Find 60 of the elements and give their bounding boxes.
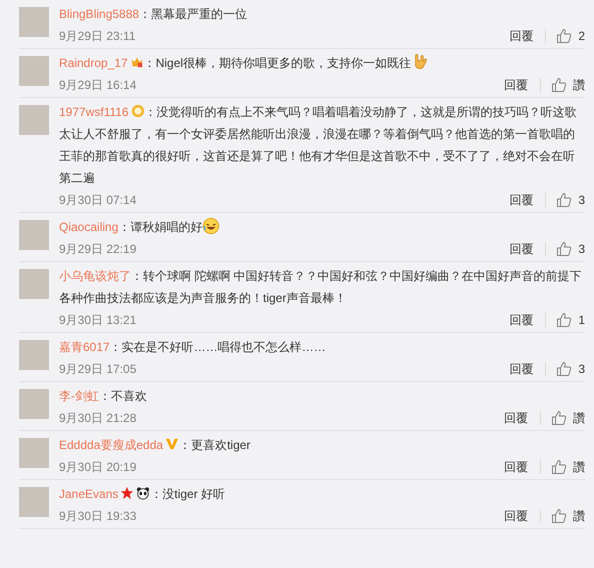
like-button[interactable]: 2 <box>556 28 585 44</box>
laughing-emoji-icon <box>202 217 220 235</box>
like-button[interactable]: 讚 <box>551 76 585 94</box>
like-button[interactable]: 3 <box>556 361 585 377</box>
like-button[interactable]: 讚 <box>551 508 585 524</box>
avatar-photo-placeholder[interactable] <box>19 389 49 419</box>
comment-text: 1977wsf1116 ：没觉得听的有点上不来气吗？唱着唱着没动静了，这就是所谓的技巧吗？听这歌太让人不舒服了，有一个女评委居然能听出浪漫，浪漫在哪？等着倒气吗？他首选的第一首歌唱的王菲的那首歌真的很好听，这首还是算了吧！他有才华但是这首歌不中，受不了了，绝对不会在听第二遍 <box>59 103 578 187</box>
thumbs-up-icon <box>556 192 572 208</box>
reply-button[interactable]: 回覆 <box>509 312 534 328</box>
reply-button[interactable]: 回覆 <box>504 76 528 94</box>
avatar-photo-placeholder[interactable] <box>19 487 49 517</box>
panda-icon <box>136 486 150 500</box>
comment-text: Raindrop_17 ：Nigel很棒，期待你唱更多的歌，支持你一如既往 <box>59 52 585 74</box>
avatar-photo-placeholder[interactable] <box>19 269 49 299</box>
avatar-photo-placeholder[interactable] <box>19 438 49 468</box>
comment-text: 小乌龟该炖了：转个球啊 陀螺啊 中国好转音？？中国好和弦？中国好编曲？在中国好声音的前提下各种作曲技法都应该是为声音服务的！tiger声音最棒！ <box>59 268 583 307</box>
comment-text: JaneEvans ：没tiger 好听 <box>59 485 226 503</box>
reply-button[interactable]: 回覆 <box>509 360 534 378</box>
reply-button[interactable]: 回覆 <box>504 508 528 524</box>
comment-time: 9月30日 13:21 <box>59 312 138 328</box>
comment-time: 9月30日 19:33 <box>59 508 138 524</box>
reply-button[interactable]: 回覆 <box>509 28 534 44</box>
thumbs-up-icon <box>551 410 567 426</box>
avatar-photo-placeholder[interactable] <box>19 7 49 37</box>
comment-time: 9月29日 16:14 <box>59 76 138 94</box>
like-button[interactable]: 3 <box>556 192 585 208</box>
comment-time: 9月29日 22:19 <box>59 240 138 258</box>
avatar-photo-placeholder[interactable] <box>19 105 49 135</box>
avatar-photo-placeholder[interactable] <box>19 56 49 86</box>
thumbs-up-icon <box>551 508 567 524</box>
thumbs-up-icon <box>556 241 572 257</box>
thumbs-up-icon <box>551 459 567 475</box>
like-button[interactable]: 3 <box>556 241 585 257</box>
comment-time: 9月30日 20:19 <box>59 458 138 476</box>
reply-button[interactable]: 回覆 <box>504 410 528 426</box>
like-button[interactable]: 讚 <box>551 410 585 426</box>
comment-text: Qiaocailing：谭秋娟唱的好 <box>59 216 585 238</box>
reply-button[interactable]: 回覆 <box>504 458 528 476</box>
crown-badge-icon <box>130 55 144 69</box>
avatar-photo-placeholder[interactable] <box>19 220 49 250</box>
comment-text: 嘉青6017：实在是不好听……唱得也不怎么样…… <box>59 339 327 356</box>
reply-button[interactable]: 回覆 <box>509 192 534 208</box>
thumbs-up-icon <box>551 77 567 93</box>
reply-button[interactable]: 回覆 <box>509 240 534 258</box>
thumbs-up-icon <box>556 28 572 44</box>
like-button[interactable]: 1 <box>556 312 585 328</box>
comment-time: 9月29日 17:05 <box>59 360 138 378</box>
thumbs-up-icon <box>556 312 572 328</box>
comment-time: 9月30日 07:14 <box>59 192 138 208</box>
comment-text: BlingBling5888：黑幕最严重的一位 <box>59 6 248 23</box>
comment-time: 9月29日 23:11 <box>59 28 136 44</box>
comment-text: Edddda要瘦成edda ：更喜欢tiger <box>59 436 252 454</box>
medal-badge-icon <box>130 104 145 118</box>
v-badge-icon <box>165 437 180 451</box>
star-icon <box>120 486 134 500</box>
comment-text: 李-剑虹：不喜欢 <box>59 388 148 405</box>
avatar-photo-placeholder[interactable] <box>19 340 49 370</box>
like-button[interactable]: 讚 <box>551 458 585 476</box>
thumbs-up-icon <box>556 361 572 377</box>
comment-time: 9月30日 21:28 <box>59 410 138 426</box>
